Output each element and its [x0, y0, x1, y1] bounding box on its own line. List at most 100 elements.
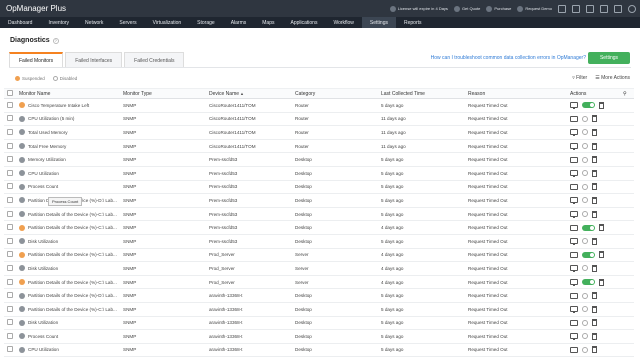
col-reason[interactable]: Reason: [468, 91, 558, 97]
col-last-collected[interactable]: Last Collected Time: [381, 91, 461, 97]
monitor-icon[interactable]: [570, 238, 578, 245]
monitor-name-cell[interactable]: Partition Details of the Device (%)-D:\ …: [19, 292, 119, 299]
row-checkbox[interactable]: [7, 115, 13, 122]
monitor-name-cell[interactable]: Partition Details of the Device (%)-C:\ …: [19, 306, 119, 313]
monitor-name-cell[interactable]: Partition Details of the Device (%)-C:\ …: [19, 224, 119, 231]
delete-icon[interactable]: [592, 319, 597, 327]
delete-icon[interactable]: [592, 128, 597, 136]
row-checkbox[interactable]: [7, 210, 13, 218]
row-checkbox[interactable]: [7, 332, 13, 340]
settings-icon[interactable]: [582, 306, 588, 313]
delete-icon[interactable]: [592, 237, 597, 245]
get-quote-link[interactable]: Get Quote: [453, 5, 480, 12]
device-name[interactable]: aravinth-13368-t: [209, 307, 294, 312]
table-row[interactable]: Partition Details of the Device (%)-C:\ …: [4, 208, 634, 222]
table-row[interactable]: Disk Utilization SNMP aravinth-13368-t Desk…: [4, 317, 634, 331]
delete-icon[interactable]: [599, 251, 604, 259]
monitor-name-cell[interactable]: Process Count: [19, 333, 119, 340]
settings-icon[interactable]: [614, 4, 622, 13]
monitor-icon[interactable]: [570, 265, 578, 272]
monitor-icon[interactable]: [570, 129, 578, 136]
troubleshoot-link[interactable]: How can I troubleshoot common data colle…: [431, 55, 586, 61]
device-name[interactable]: Prem-sscfd53: [209, 171, 294, 176]
row-checkbox[interactable]: [7, 292, 13, 299]
nav-settings[interactable]: Settings: [361, 17, 396, 28]
device-name[interactable]: Prem-sscfd53: [209, 198, 294, 203]
monitor-name-cell[interactable]: Disk Utilization: [19, 319, 119, 326]
nav-dashboard[interactable]: Dashboard: [0, 17, 40, 28]
table-row[interactable]: Partition Details of the Device (%)-C:\ …: [4, 276, 634, 290]
table-row[interactable]: Memory Utilization SNMP Prem-sscfd53 Deskto…: [4, 153, 634, 167]
row-checkbox[interactable]: [7, 305, 13, 313]
row-checkbox[interactable]: [7, 237, 13, 245]
col-monitor-type[interactable]: Monitor Type: [123, 91, 203, 97]
device-name[interactable]: Prem-sscfd53: [209, 212, 294, 217]
monitor-icon[interactable]: [570, 251, 578, 259]
settings-icon[interactable]: [582, 265, 588, 272]
device-name[interactable]: CiscoRouter1411/TOM: [209, 130, 294, 135]
row-checkbox[interactable]: [7, 196, 13, 204]
delete-icon[interactable]: [592, 332, 597, 340]
table-row[interactable]: Total Used Memory SNMP CiscoRouter1411/TOM…: [4, 126, 634, 140]
device-name[interactable]: CiscoRouter1411/TOM: [209, 144, 294, 149]
app-icon[interactable]: [600, 4, 608, 13]
nav-workflow[interactable]: Workflow: [325, 17, 361, 28]
row-checkbox[interactable]: [7, 128, 13, 136]
settings-icon[interactable]: [582, 346, 588, 353]
row-checkbox[interactable]: [7, 169, 13, 177]
select-all-checkbox[interactable]: [7, 89, 13, 98]
monitor-icon[interactable]: [570, 102, 578, 109]
rocket-icon[interactable]: [558, 4, 566, 13]
row-checkbox[interactable]: [7, 346, 13, 353]
nav-applications[interactable]: Applications: [282, 17, 325, 28]
row-checkbox[interactable]: [7, 142, 13, 150]
device-name[interactable]: CiscoRouter1411/TOM: [209, 103, 294, 108]
delete-icon[interactable]: [592, 196, 597, 204]
monitor-icon[interactable]: [570, 183, 578, 191]
enable-toggle[interactable]: [582, 279, 595, 286]
nav-storage[interactable]: Storage: [189, 17, 223, 28]
delete-icon[interactable]: [592, 305, 597, 313]
table-row[interactable]: Disk Utilization SNMP Prem-sscfd53 Desktop 5…: [4, 235, 634, 249]
enable-toggle[interactable]: [582, 251, 595, 258]
row-checkbox[interactable]: [7, 156, 13, 163]
enable-toggle[interactable]: [582, 224, 595, 231]
table-row[interactable]: CPU Utilization SNMP aravinth-13368-t Deskt…: [4, 344, 634, 358]
monitor-name-cell[interactable]: Memory Utilization: [19, 156, 119, 163]
device-name[interactable]: aravinth-13368-t: [209, 293, 294, 298]
more-actions-button[interactable]: ☰ More Actions: [595, 75, 630, 81]
delete-icon[interactable]: [592, 115, 597, 123]
nav-reports[interactable]: Reports: [396, 17, 430, 28]
enable-toggle[interactable]: [582, 102, 595, 109]
col-monitor-name[interactable]: Monitor Name: [19, 91, 119, 97]
row-checkbox[interactable]: [7, 183, 13, 190]
table-row[interactable]: Disk Utilization SNMP Prod_Server Server 4 d…: [4, 262, 634, 276]
delete-icon[interactable]: [592, 210, 597, 218]
monitor-icon[interactable]: [570, 211, 578, 218]
user-icon[interactable]: [628, 4, 636, 13]
table-row[interactable]: Cisco Temperature Intake Left SNMP CiscoRo…: [4, 99, 634, 113]
settings-icon[interactable]: [582, 129, 588, 136]
table-row[interactable]: Process Count SNMP aravinth-13368-t Desktop…: [4, 330, 634, 344]
delete-icon[interactable]: [592, 142, 597, 150]
device-name[interactable]: aravinth-13368-t: [209, 347, 294, 352]
table-row[interactable]: Partition Details of the Device (%)-C:\ …: [4, 303, 634, 317]
monitor-name-cell[interactable]: Total Free Memory: [19, 143, 119, 150]
monitor-icon[interactable]: [570, 319, 578, 327]
device-name[interactable]: Prod_Server: [209, 280, 294, 285]
table-row[interactable]: Partition Details of the Device (%)-D:\ …: [4, 289, 634, 303]
settings-icon[interactable]: [582, 143, 588, 150]
license-notice[interactable]: License will expire in 4 Days: [389, 5, 448, 12]
row-checkbox[interactable]: [7, 319, 13, 326]
row-checkbox[interactable]: [7, 278, 13, 286]
table-row[interactable]: CPU Utilization SNMP Prem-sscfd53 Desktop 5 …: [4, 167, 634, 181]
delete-icon[interactable]: [592, 169, 597, 177]
table-row[interactable]: Partition Details of the Device (%)-C:\ …: [4, 221, 634, 235]
settings-icon[interactable]: [582, 170, 588, 177]
delete-icon[interactable]: [592, 183, 597, 191]
search-icon[interactable]: [586, 4, 594, 13]
app-logo[interactable]: OpManager Plus: [6, 4, 66, 13]
help-icon[interactable]: ?: [52, 37, 59, 44]
monitor-icon[interactable]: [570, 279, 578, 286]
monitor-name-cell[interactable]: Partition Details of the Device (%)-C:\ …: [19, 279, 119, 286]
